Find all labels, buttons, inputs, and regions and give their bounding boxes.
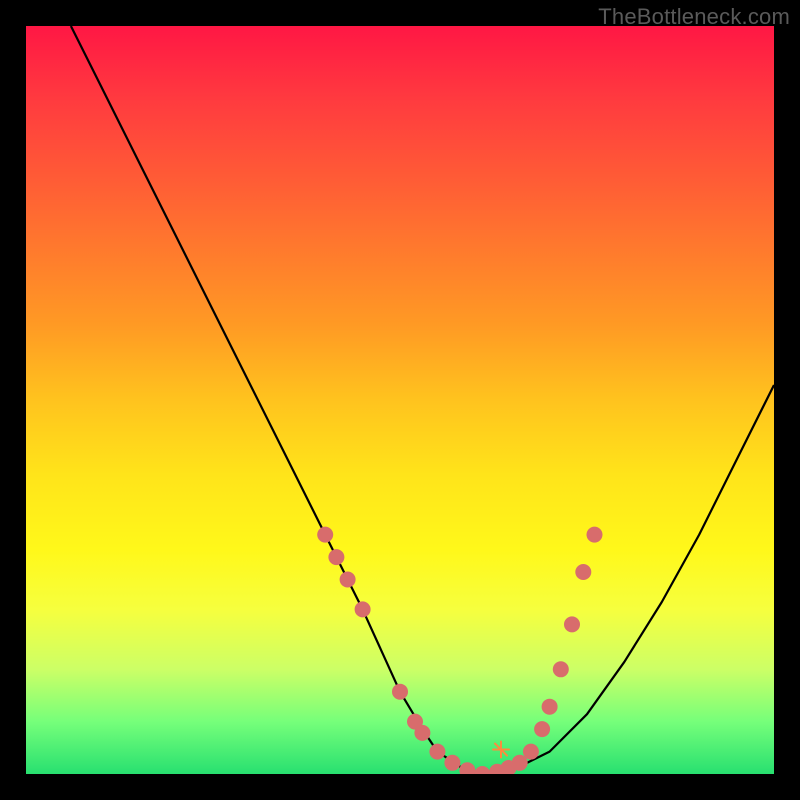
marker-dot: [392, 684, 408, 700]
plot-area: [26, 26, 774, 774]
marker-dot: [459, 762, 475, 774]
marker-dot: [575, 564, 591, 580]
marker-dot: [429, 744, 445, 760]
marker-dot: [587, 527, 603, 543]
branding-label: TheBottleneck.com: [598, 4, 790, 30]
marker-dot: [523, 744, 539, 760]
curve-markers: [317, 527, 602, 774]
marker-dot: [564, 616, 580, 632]
marker-dot: [317, 527, 333, 543]
chart-stage: TheBottleneck.com: [0, 0, 800, 800]
marker-dot: [553, 661, 569, 677]
marker-dot: [534, 721, 550, 737]
marker-dot: [414, 725, 430, 741]
marker-dot: [355, 601, 371, 617]
curve-svg: [26, 26, 774, 774]
marker-dot: [444, 755, 460, 771]
bottleneck-curve: [71, 26, 774, 774]
marker-dot: [340, 572, 356, 588]
marker-dot: [474, 766, 490, 774]
marker-dot: [328, 549, 344, 565]
marker-dot: [542, 699, 558, 715]
spark-glyph: [493, 742, 509, 758]
